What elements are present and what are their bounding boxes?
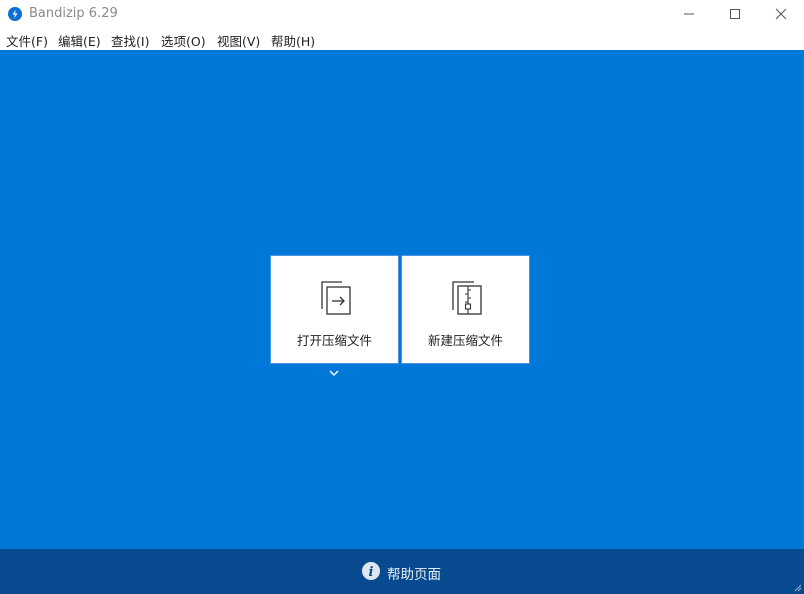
menu-options[interactable]: 选项(O) (161, 31, 206, 50)
minimize-button[interactable] (666, 0, 712, 28)
resize-grip-icon[interactable] (792, 582, 802, 592)
menu-file[interactable]: 文件(F) (6, 31, 48, 50)
menu-edit[interactable]: 编辑(E) (58, 31, 101, 50)
chevron-down-icon[interactable] (328, 368, 340, 378)
open-archive-button[interactable]: 打开压缩文件 (270, 255, 399, 364)
close-button[interactable] (758, 0, 804, 28)
new-archive-label: 新建压缩文件 (427, 333, 503, 348)
maximize-icon (730, 9, 740, 19)
svg-text:i: i (369, 565, 374, 580)
open-archive-icon (321, 281, 351, 315)
new-archive-button[interactable]: 新建压缩文件 (401, 255, 530, 364)
close-icon (775, 8, 787, 20)
maximize-button[interactable] (712, 0, 758, 28)
menu-bar: 文件(F) 编辑(E) 查找(I) 选项(O) 视图(V) 帮助(H) (0, 28, 804, 50)
help-page-label: 帮助页面 (387, 567, 441, 583)
menu-view[interactable]: 视图(V) (217, 31, 260, 50)
title-bar: Bandizip 6.29 (0, 0, 804, 28)
info-icon: i (362, 562, 380, 580)
open-archive-label: 打开压缩文件 (296, 333, 372, 348)
menu-help[interactable]: 帮助(H) (271, 31, 315, 50)
footer-bar: i 帮助页面 (0, 549, 804, 594)
menu-find[interactable]: 查找(I) (111, 31, 149, 50)
main-area: 打开压缩文件 新建压缩文件 (0, 50, 804, 549)
new-archive-icon (452, 281, 482, 315)
bandizip-logo-icon (8, 7, 22, 21)
window-title: Bandizip 6.29 (29, 6, 118, 21)
minimize-icon (684, 13, 694, 15)
